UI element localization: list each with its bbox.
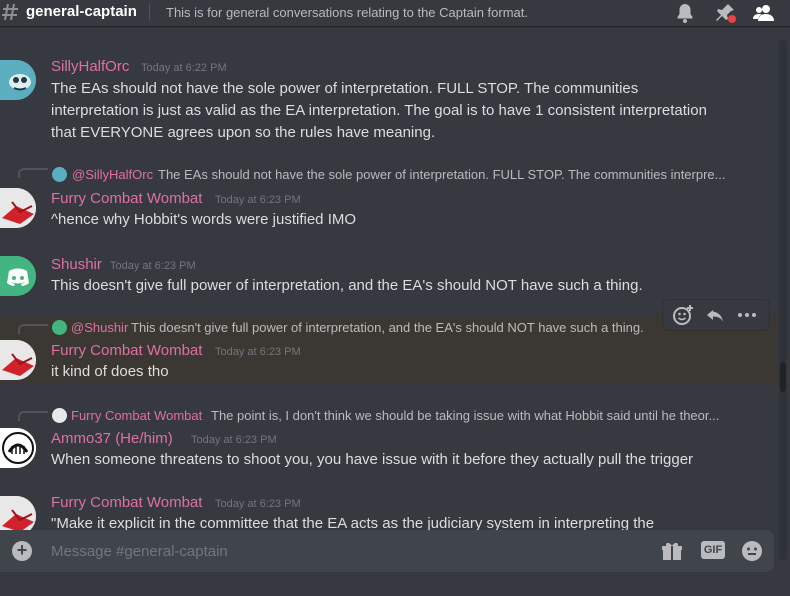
- reply-connector: [18, 168, 48, 178]
- message-author[interactable]: Furry Combat Wombat: [51, 494, 202, 511]
- scrollbar-track[interactable]: [779, 40, 787, 560]
- gif-button[interactable]: GIF: [701, 541, 725, 559]
- message-content: interpretation is just as valid as the E…: [51, 102, 707, 119]
- message-timestamp: Today at 6:23 PM: [215, 194, 301, 206]
- channel-name: general-captain: [26, 3, 137, 20]
- message-timestamp: Today at 6:23 PM: [191, 434, 277, 446]
- reply-preview[interactable]: This doesn't give full power of interpre…: [131, 320, 644, 335]
- avatar[interactable]: [0, 428, 36, 468]
- message-content: This doesn't give full power of interpre…: [51, 277, 643, 294]
- message-item[interactable]: Shushir Today at 6:23 PM This doesn't gi…: [0, 250, 778, 302]
- message-composer: + GIF: [0, 530, 774, 572]
- message-timestamp: Today at 6:23 PM: [215, 498, 301, 510]
- message-timestamp: Today at 6:22 PM: [141, 62, 227, 74]
- reply-avatar[interactable]: [52, 320, 67, 335]
- message-timestamp: Today at 6:23 PM: [215, 346, 301, 358]
- channel-topic[interactable]: This is for general conversations relati…: [166, 5, 528, 20]
- emoji-icon[interactable]: [740, 539, 764, 563]
- message-item[interactable]: @SillyHalfOrc The EAs should not have th…: [0, 162, 778, 228]
- scrollbar-thumb[interactable]: [780, 362, 786, 392]
- message-content: that EVERYONE agrees upon so the rules h…: [51, 124, 436, 141]
- message-item[interactable]: @Shushir This doesn't give full power of…: [0, 316, 778, 384]
- reply-preview[interactable]: The EAs should not have the sole power o…: [158, 167, 726, 182]
- message-content: ^hence why Hobbit's words were justified…: [51, 211, 357, 228]
- reply-author[interactable]: @Shushir: [71, 320, 128, 335]
- avatar[interactable]: [0, 340, 36, 380]
- reply-author[interactable]: Furry Combat Wombat: [71, 408, 202, 423]
- message-item[interactable]: SillyHalfOrc Today at 6:22 PM The EAs sh…: [0, 52, 778, 144]
- add-attachment-button[interactable]: +: [12, 540, 32, 561]
- more-options-icon[interactable]: [735, 303, 759, 327]
- message-list[interactable]: SillyHalfOrc Today at 6:22 PM The EAs sh…: [0, 26, 778, 530]
- reply-connector: [18, 411, 48, 421]
- message-actions-toolbar: [663, 300, 769, 330]
- reply-preview[interactable]: The point is, I don't think we should be…: [211, 408, 719, 423]
- avatar[interactable]: [0, 188, 36, 228]
- add-reaction-icon[interactable]: [671, 303, 695, 327]
- message-item[interactable]: Furry Combat Wombat The point is, I don'…: [0, 404, 778, 470]
- message-content: it kind of does tho: [51, 363, 169, 380]
- message-timestamp: Today at 6:23 PM: [110, 260, 196, 272]
- plus-icon: +: [16, 540, 28, 560]
- members-icon[interactable]: [752, 1, 776, 25]
- message-author[interactable]: SillyHalfOrc: [51, 58, 129, 75]
- message-item[interactable]: Furry Combat Wombat Today at 6:23 PM "Ma…: [0, 490, 778, 530]
- message-content: When someone threatens to shoot you, you…: [51, 451, 694, 468]
- message-author[interactable]: Furry Combat Wombat: [51, 342, 202, 359]
- reply-avatar[interactable]: [52, 167, 67, 182]
- message-content: The EAs should not have the sole power o…: [51, 80, 639, 97]
- pin-icon[interactable]: [713, 1, 737, 25]
- message-content: "Make it explicit in the committee that …: [51, 515, 655, 530]
- gift-icon[interactable]: [660, 539, 684, 563]
- header-divider: [149, 3, 150, 21]
- reply-avatar[interactable]: [52, 408, 67, 423]
- message-author[interactable]: Furry Combat Wombat: [51, 190, 202, 207]
- avatar[interactable]: [0, 256, 36, 296]
- avatar[interactable]: [0, 496, 36, 530]
- hash-icon: [0, 1, 20, 23]
- message-input[interactable]: [51, 541, 611, 561]
- reply-author[interactable]: @SillyHalfOrc: [72, 167, 153, 182]
- reply-icon[interactable]: [703, 303, 727, 327]
- message-author[interactable]: Shushir: [51, 256, 102, 273]
- bell-icon[interactable]: [673, 1, 697, 25]
- avatar[interactable]: [0, 60, 36, 100]
- reply-connector: [18, 324, 48, 334]
- message-author[interactable]: Ammo37 (He/him): [51, 430, 173, 447]
- channel-header: general-captain This is for general conv…: [0, 0, 790, 26]
